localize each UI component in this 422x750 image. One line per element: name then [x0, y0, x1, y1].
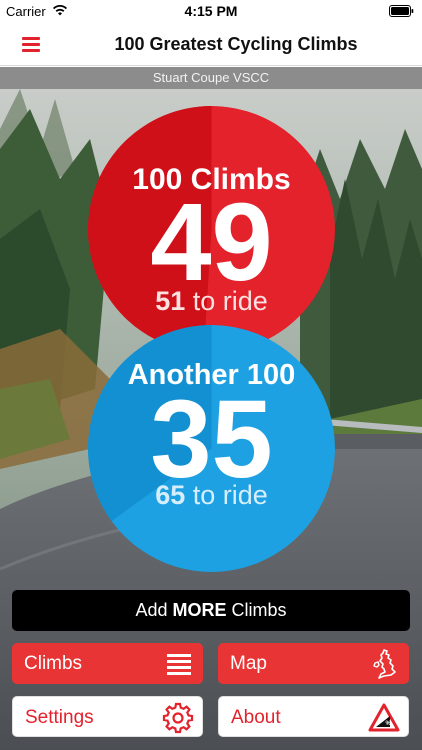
list-icon: [167, 654, 191, 675]
map-label: Map: [230, 653, 267, 674]
svg-text:%: %: [386, 721, 392, 727]
user-name-banner: Stuart Coupe VSCC: [0, 67, 422, 89]
hamburger-icon: [22, 37, 40, 40]
climbs-label: Climbs: [24, 653, 83, 674]
battery-icon: [389, 5, 414, 17]
about-button[interactable]: About %: [218, 696, 409, 737]
collection-100-climbs[interactable]: 100 Climbs 49 51 to ride: [88, 106, 335, 353]
map-button[interactable]: Map: [218, 643, 409, 684]
gear-icon: [162, 702, 194, 734]
settings-label: Settings: [25, 707, 94, 728]
page-title: 100 Greatest Cycling Climbs: [114, 34, 358, 54]
completed-count: 49: [150, 181, 273, 304]
gradient-warning-icon: %: [368, 703, 400, 732]
remaining-label: 51 to ride: [88, 286, 335, 317]
remaining-label: 65 to ride: [88, 480, 335, 511]
add-more-prefix: Add: [135, 600, 173, 620]
settings-button[interactable]: Settings: [12, 696, 203, 737]
navigation-bar: 100 Greatest Cycling Climbs: [0, 22, 422, 66]
climbs-button[interactable]: Climbs: [12, 643, 203, 684]
clock: 4:15 PM: [184, 3, 238, 19]
collection-another-100[interactable]: Another 100 35 65 to ride: [88, 325, 335, 572]
add-more-climbs-button[interactable]: Add MORE Climbs: [12, 590, 410, 631]
remaining-count: 51: [155, 286, 186, 316]
add-more-bold: MORE: [172, 600, 227, 620]
remaining-count: 65: [155, 480, 186, 510]
menu-button[interactable]: [14, 30, 48, 58]
remaining-suffix: to ride: [185, 480, 268, 510]
status-bar: Carrier 4:15 PM: [0, 0, 422, 22]
hamburger-line: [22, 43, 40, 46]
about-label: About: [231, 707, 281, 728]
hamburger-line: [22, 49, 40, 52]
add-more-suffix: Climbs: [226, 600, 287, 620]
completed-count: 35: [150, 378, 273, 501]
uk-map-icon: [373, 649, 396, 679]
remaining-suffix: to ride: [185, 286, 268, 316]
